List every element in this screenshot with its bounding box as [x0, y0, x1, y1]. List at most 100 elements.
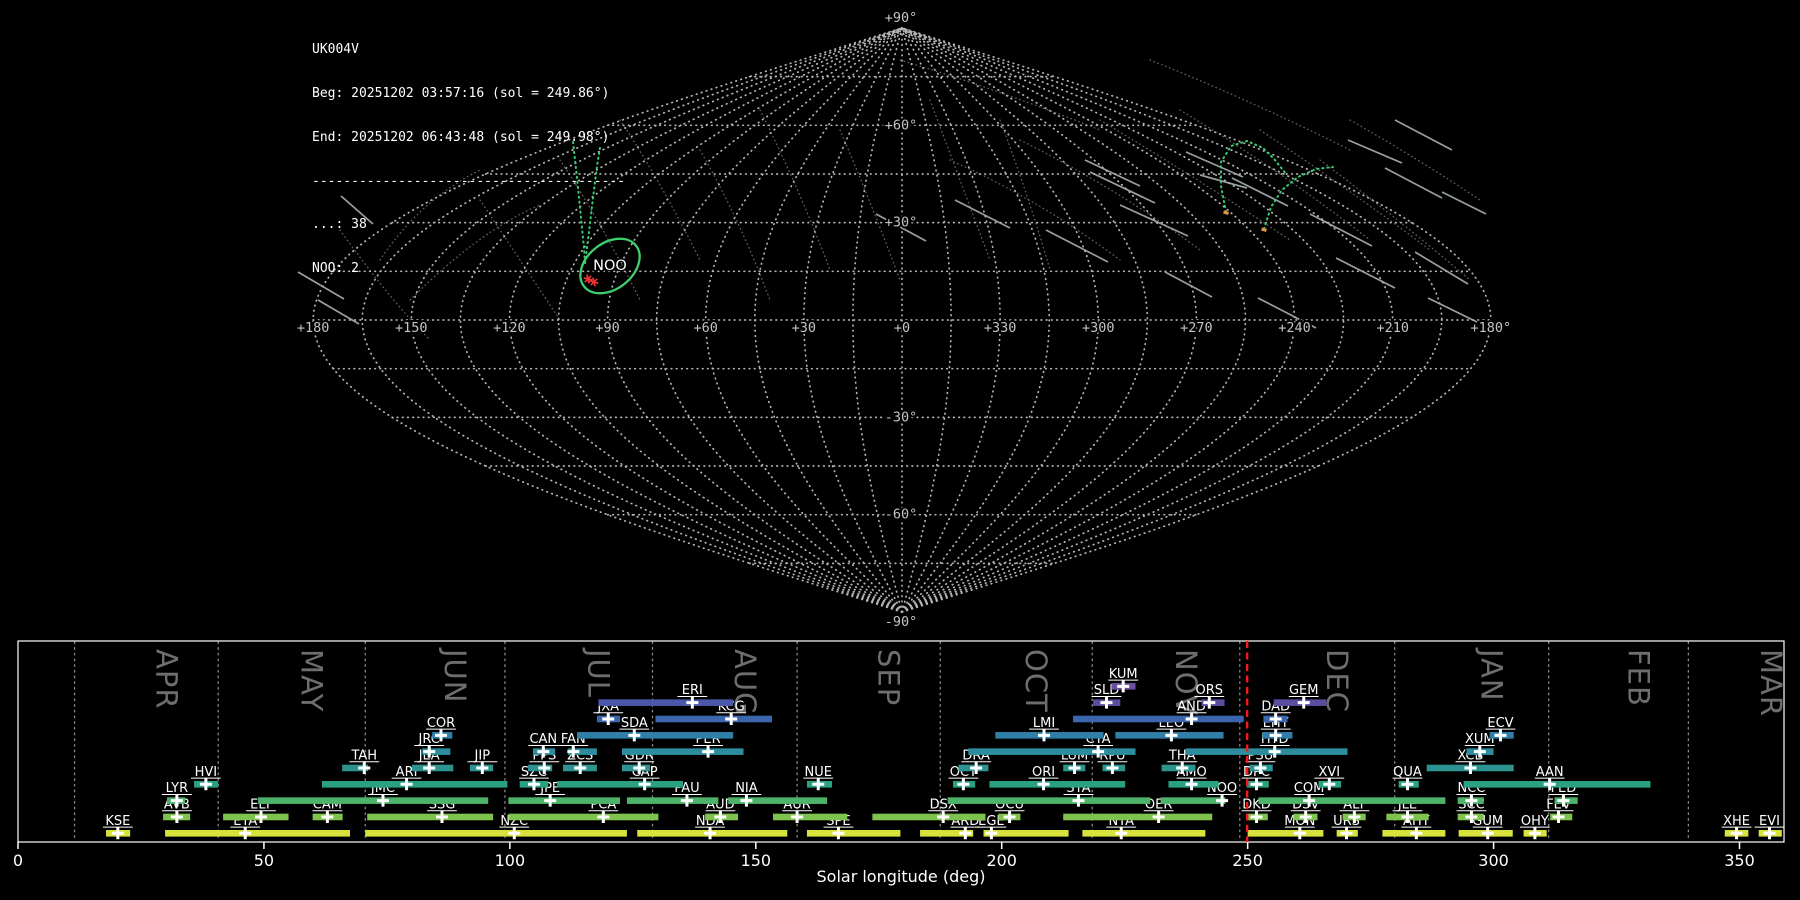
meteor-trail	[1428, 298, 1477, 322]
latitude-label: -60°	[885, 507, 918, 523]
shower-activity-bar	[968, 748, 1135, 755]
drift-arc-tip	[1224, 212, 1229, 214]
shower-peak-marker	[1186, 778, 1198, 790]
shower-code-label: XVI	[1318, 765, 1340, 780]
axis-tick-label: 300	[1478, 851, 1509, 870]
meteor-trail	[1120, 205, 1188, 236]
shower-code-label: ECV	[1487, 716, 1513, 731]
shower-peak-marker	[476, 762, 488, 774]
latitude-label: -30°	[885, 409, 918, 425]
shower-EGE: EGE	[976, 814, 1068, 840]
shower-activity-bar	[367, 814, 493, 821]
axis-tick-label: 350	[1724, 851, 1755, 870]
shower-JIP: JIP	[467, 748, 497, 774]
shower-peak-marker	[1298, 697, 1310, 709]
shower-peak-marker	[1323, 778, 1335, 790]
observation-begin: Beg: 20251202 03:57:16 (sol = 249.86°)	[312, 87, 625, 102]
shower-peak-marker	[1069, 762, 1081, 774]
shower-peak-marker	[1402, 778, 1414, 790]
shower-code-label: NIA	[735, 781, 758, 796]
shower-HVI: HVI	[191, 765, 221, 791]
shower-code-label: KSE	[105, 814, 130, 829]
shower-code-label: LYR	[166, 781, 189, 796]
shower-code-label: NUE	[805, 765, 832, 780]
meteor-trail	[1336, 258, 1395, 288]
shower-peak-marker	[574, 762, 586, 774]
shower-activity-bar	[948, 797, 1151, 804]
axis-tick-label: 100	[495, 851, 526, 870]
shower-KUM: KUM	[1108, 667, 1138, 693]
shower-peak-marker	[1216, 795, 1228, 807]
faint-dotted-line	[930, 100, 990, 260]
x-axis-title: Solar longitude (deg)	[817, 867, 986, 886]
shower-peak-marker	[508, 827, 520, 839]
faint-dotted-line	[1180, 110, 1370, 240]
axis-tick-label: 0	[13, 851, 23, 870]
longitude-label: +300	[1082, 320, 1115, 336]
shower-peak-marker	[957, 778, 969, 790]
month-label: FEB	[1622, 649, 1656, 707]
shower-peak-marker	[1038, 729, 1050, 741]
longitude-label: +150	[395, 320, 428, 336]
axis-tick-label: 150	[741, 851, 772, 870]
shower-activity-bar	[598, 699, 733, 706]
shower-peak-marker	[681, 795, 693, 807]
shower-peak-marker	[628, 729, 640, 741]
shower-peak-marker	[1464, 762, 1476, 774]
shower-code-label: AAN	[1536, 765, 1564, 780]
shower-peak-marker	[1165, 729, 1177, 741]
shower-activity-bar	[508, 814, 658, 821]
longitude-label: +90	[595, 320, 619, 336]
meteor-trail	[1395, 120, 1452, 150]
faint-dotted-line	[840, 130, 900, 280]
month-label: JAN	[1475, 647, 1509, 702]
month-label: JUL	[582, 647, 616, 698]
noo-count: NOO: 2	[312, 262, 625, 277]
shower-OHY: OHY	[1520, 814, 1550, 840]
shower-peak-marker	[639, 778, 651, 790]
longitude-label: +60	[694, 320, 718, 336]
shower-activity-bar	[627, 797, 718, 804]
shower-code-label: OHY	[1521, 814, 1549, 829]
shower-peak-marker	[1072, 795, 1084, 807]
radiant-map-and-activity-chart: +180+150+120+90+60+30+0+330+300+270+240+…	[0, 0, 1800, 900]
faint-dotted-line	[1350, 120, 1480, 200]
month-label: SEP	[872, 649, 906, 706]
shower-peak-marker	[436, 811, 448, 823]
shower-peak-marker	[602, 713, 614, 725]
shower-code-label: LMI	[1033, 716, 1055, 731]
shower-peak-marker	[528, 778, 540, 790]
shower-peak-marker	[704, 827, 716, 839]
shower-activity-bar	[258, 797, 488, 804]
shower-peak-marker	[959, 827, 971, 839]
shower-activity-bar	[773, 814, 847, 821]
shower-code-label: HVI	[195, 765, 218, 780]
month-label: MAR	[1754, 649, 1788, 717]
shower-activity-bar	[1248, 830, 1324, 837]
drift-arc-tip	[1262, 229, 1267, 231]
shower-XVI: XVI	[1314, 765, 1344, 791]
shower-peak-marker	[812, 778, 824, 790]
shower-code-label: KUM	[1109, 667, 1138, 682]
shower-activity-bar	[1464, 781, 1651, 788]
shower-code-label: JIP	[474, 748, 491, 763]
shower-peak-marker	[1038, 778, 1050, 790]
shower-peak-marker	[1341, 827, 1353, 839]
shower-peak-marker	[1251, 811, 1263, 823]
shower-code-label: CAN	[529, 732, 557, 747]
longitude-label: +180	[297, 320, 330, 336]
shower-activity-bar	[1063, 814, 1212, 821]
shower-peak-marker	[1153, 811, 1165, 823]
longitude-label: +30	[792, 320, 816, 336]
shower-code-label: ORI	[1032, 765, 1055, 780]
shower-activity-bar	[508, 797, 620, 804]
month-label: JUN	[438, 647, 472, 703]
shower-peak-marker	[358, 762, 370, 774]
shower-peak-marker	[171, 811, 183, 823]
shower-peak-marker	[1529, 827, 1541, 839]
month-label: OCT	[1019, 649, 1053, 713]
shower-peak-marker	[702, 746, 714, 758]
shower-activity-bar	[1186, 748, 1348, 755]
shower-KSE: KSE	[103, 814, 133, 840]
latitude-label: +90°	[885, 10, 918, 26]
